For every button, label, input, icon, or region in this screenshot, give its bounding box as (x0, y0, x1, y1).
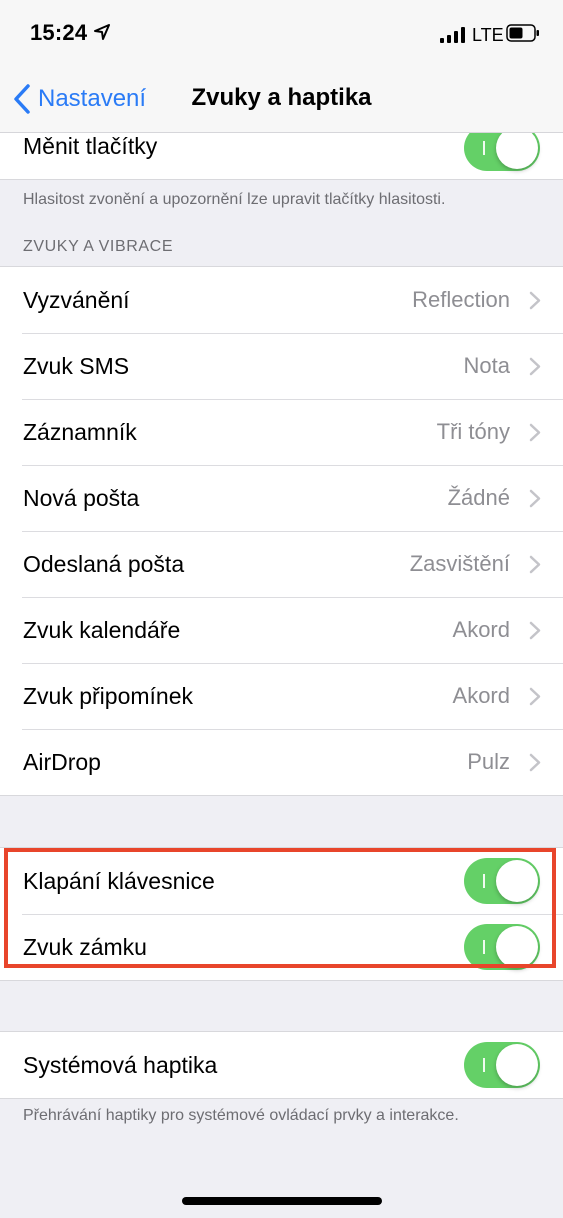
sound-row[interactable]: Odeslaná pošta Zasvištění (0, 531, 563, 597)
sound-row[interactable]: Záznamník Tři tóny (0, 399, 563, 465)
sound-row-value: Pulz (467, 749, 510, 774)
sound-row[interactable]: Vyzvánění Reflection (0, 267, 563, 333)
nav-cover: Nastavení Zvuky a haptika (0, 66, 563, 133)
keyboard-clicks-toggle[interactable] (464, 858, 540, 904)
status-bar: 15:24 LTE (0, 0, 563, 66)
sounds-section-header: ZVUKY A VIBRACE (23, 238, 174, 255)
sound-row-label: Záznamník (23, 418, 137, 445)
sound-row-value: Akord (452, 683, 510, 708)
sound-row-value: Tři tóny (436, 419, 510, 444)
chevron-right-icon (529, 687, 541, 706)
page-title: Zvuky a haptika (191, 84, 372, 111)
chevron-right-icon (529, 753, 541, 772)
volume-buttons-footer: Hlasitost zvonění a upozornění lze uprav… (23, 191, 446, 208)
sound-row[interactable]: AirDrop Pulz (0, 729, 563, 795)
system-haptics-group: Systémová haptika (0, 1031, 563, 1099)
toggle-on-indicator (483, 874, 485, 888)
system-haptics-footer: Přehrávání haptiky pro systémové ovládac… (23, 1107, 459, 1124)
sound-row-value: Akord (452, 617, 510, 642)
sound-row-value: Žádné (447, 485, 510, 510)
toggle-knob (496, 127, 538, 169)
sound-row-label: Zvuk připomínek (23, 682, 194, 709)
toggle-knob (496, 860, 538, 902)
chevron-right-icon (529, 357, 541, 376)
system-haptics-toggle[interactable] (464, 1042, 540, 1088)
home-indicator[interactable] (182, 1197, 382, 1205)
sound-row-label: Zvuk SMS (23, 352, 130, 379)
lock-sound-toggle[interactable] (464, 924, 540, 970)
cellular-signal-icon (440, 27, 465, 43)
chevron-right-icon (529, 621, 541, 640)
sounds-group: Vyzvánění Reflection Zvuk SMS Nota Zázna… (0, 266, 563, 796)
sound-row[interactable]: Zvuk SMS Nota (0, 333, 563, 399)
chevron-right-icon (529, 291, 541, 310)
sound-row-value: Zasvištění (409, 551, 510, 576)
keyboard-clicks-label: Klapání klávesnice (23, 867, 215, 894)
sound-row[interactable]: Zvuk kalendáře Akord (0, 597, 563, 663)
sound-row-label: AirDrop (23, 748, 101, 775)
sound-row[interactable]: Nová pošta Žádné (0, 465, 563, 531)
sound-row-label: Nová pošta (23, 484, 140, 511)
status-time: 15:24 (30, 20, 88, 45)
toggle-on-indicator (483, 141, 485, 155)
lock-sound-label: Zvuk zámku (23, 933, 147, 960)
keyboard-clicks-row: Klapání klávesnice (0, 848, 563, 914)
chevron-right-icon (529, 555, 541, 574)
keyboard-lock-group: Klapání klávesnice Zvuk zámku (0, 847, 563, 981)
sound-row-label: Zvuk kalendáře (23, 616, 181, 643)
lock-sound-row: Zvuk zámku (0, 914, 563, 980)
system-haptics-row: Systémová haptika (0, 1032, 563, 1098)
chevron-right-icon (529, 423, 541, 442)
chevron-right-icon (529, 489, 541, 508)
sound-row-label: Odeslaná pošta (23, 550, 185, 577)
toggle-on-indicator (483, 1058, 485, 1072)
sound-row-label: Vyzvánění (23, 286, 130, 313)
sound-row-value: Nota (463, 353, 510, 378)
network-type: LTE (472, 25, 504, 45)
sound-row[interactable]: Zvuk připomínek Akord (0, 663, 563, 729)
sound-row-value: Reflection (412, 287, 510, 312)
toggle-on-indicator (483, 940, 485, 954)
system-haptics-label: Systémová haptika (23, 1051, 218, 1078)
toggle-knob (496, 926, 538, 968)
location-arrow-icon (94, 24, 110, 40)
battery-icon (506, 24, 539, 42)
change-with-buttons-label: Měnit tlačítky (23, 133, 158, 159)
toggle-knob (496, 1044, 538, 1086)
